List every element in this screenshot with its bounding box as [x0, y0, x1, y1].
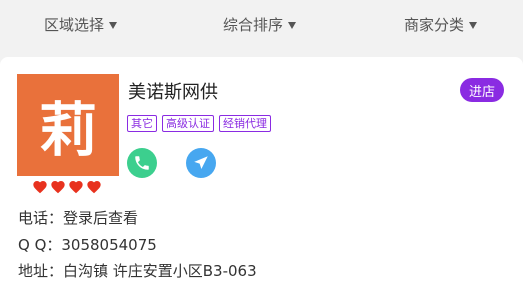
filter-region[interactable]: 区域选择 [44, 14, 118, 35]
filter-sort[interactable]: 综合排序 [223, 14, 297, 35]
enter-shop-button[interactable]: 进店 [460, 78, 504, 102]
heart-icon [87, 181, 101, 194]
shop-logo: 莉 [17, 74, 119, 176]
filter-sort-label: 综合排序 [223, 16, 284, 34]
shop-tags: 其它 高级认证 经销代理 [127, 115, 271, 132]
filter-category-label: 商家分类 [404, 16, 465, 34]
shop-logo-char: 莉 [38, 96, 97, 164]
filter-category[interactable]: 商家分类 [404, 14, 478, 35]
qq-info: Q Q：3058054075 [18, 236, 157, 254]
caret-down-icon [288, 21, 297, 29]
tag-advanced-certified: 高级认证 [162, 115, 214, 132]
filter-bar: 区域选择 综合排序 商家分类 [0, 0, 523, 50]
shop-name: 美诺斯网供 [128, 82, 218, 103]
phone-info: 电话：登录后查看 [18, 209, 139, 227]
heart-icon [51, 181, 65, 194]
filter-region-label: 区域选择 [44, 16, 105, 34]
rating-hearts [32, 179, 102, 195]
heart-icon [69, 181, 83, 194]
phone-icon [135, 156, 149, 170]
call-button[interactable] [127, 148, 157, 178]
navigation-icon [194, 156, 208, 169]
caret-down-icon [109, 21, 118, 29]
caret-down-icon [469, 21, 478, 29]
tag-other: 其它 [127, 115, 157, 132]
tag-distributor: 经销代理 [219, 115, 271, 132]
navigate-button[interactable] [186, 148, 216, 178]
heart-icon [33, 181, 47, 194]
address-info: 地址：白沟镇 许庄安置小区B3-063 [18, 262, 257, 280]
shop-card[interactable]: 莉 美诺斯网供 进店 其它 高级认证 经销代理 电话：登录后查看 Q Q：305… [0, 57, 523, 285]
